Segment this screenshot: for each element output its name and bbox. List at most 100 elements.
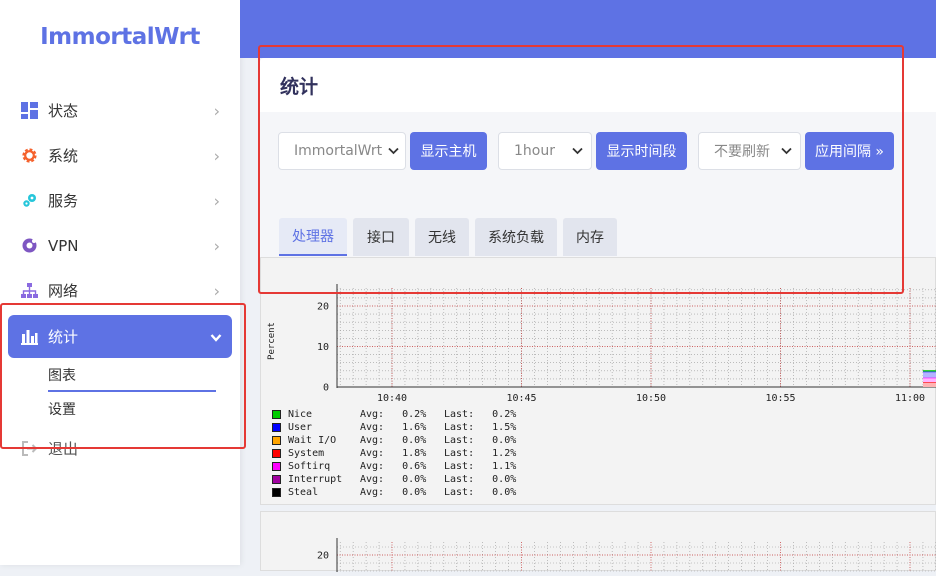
logout-icon bbox=[20, 440, 38, 458]
legend-row: User Avg: 1.6% Last: 1.5% bbox=[272, 421, 524, 434]
legend-avg: Avg: 0.6% bbox=[360, 461, 427, 472]
legend-row: Wait I/O Avg: 0.0% Last: 0.0% bbox=[272, 434, 524, 447]
legend-series-name: System bbox=[288, 448, 325, 459]
legend-series-name: Steal bbox=[288, 487, 319, 498]
chart-minor-grid bbox=[337, 542, 936, 572]
sidebar-nav: 状态 › 系统 › 服务 › VPN › 网络 › 统计 图表 设置 退出 bbox=[0, 88, 240, 471]
sidebar-item-label: 统计 bbox=[48, 328, 79, 346]
legend-series-name: Interrupt bbox=[288, 474, 343, 485]
chevron-down-icon bbox=[781, 144, 792, 158]
legend-row: Nice Avg: 0.2% Last: 0.2% bbox=[272, 408, 524, 421]
sidebar-item-label: VPN bbox=[48, 236, 79, 255]
legend-avg: Avg: 0.0% bbox=[360, 474, 427, 485]
legend-row: Interrupt Avg: 0.0% Last: 0.0% bbox=[272, 473, 524, 486]
puzzle-icon bbox=[20, 192, 38, 210]
tab-system-load[interactable]: 系统负载 bbox=[475, 218, 557, 256]
legend-avg: Avg: 0.0% bbox=[360, 435, 427, 446]
y-tick-labels: 20 bbox=[317, 551, 329, 562]
chevron-right-icon: › bbox=[213, 101, 220, 120]
show-host-button[interactable]: 显示主机 bbox=[410, 132, 487, 170]
tab-interface[interactable]: 接口 bbox=[353, 218, 409, 256]
legend-row: Softirq Avg: 0.6% Last: 1.1% bbox=[272, 460, 524, 473]
legend-swatch bbox=[272, 488, 281, 497]
sidebar-item-services[interactable]: 服务 › bbox=[0, 178, 240, 223]
gear-icon bbox=[20, 147, 38, 165]
tab-cpu[interactable]: 处理器 bbox=[279, 218, 347, 256]
legend-series-name: User bbox=[288, 422, 313, 433]
submenu-item-settings[interactable]: 设置 bbox=[48, 392, 224, 426]
brand-logo[interactable]: ImmortalWrt bbox=[0, 24, 240, 50]
second-graph-panel: 20 bbox=[260, 511, 936, 572]
host-select[interactable]: ImmortalWrt bbox=[278, 132, 406, 170]
x-tick-label: 10:40 bbox=[377, 393, 407, 404]
y-tick-label: 20 bbox=[317, 551, 329, 562]
sidebar: ImmortalWrt 状态 › 系统 › 服务 › VPN › 网络 › 统计… bbox=[0, 0, 240, 565]
chevron-right-icon: › bbox=[213, 236, 220, 255]
legend-last: Last: 0.2% bbox=[444, 409, 517, 420]
chart-major-grid bbox=[337, 288, 936, 387]
legend-last: Last: 0.0% bbox=[444, 435, 517, 446]
legend-last: Last: 0.0% bbox=[444, 487, 517, 498]
y-axis-label: Percent bbox=[267, 322, 277, 360]
x-tick-label: 10:45 bbox=[506, 393, 536, 404]
apply-interval-button[interactable]: 应用间隔 » bbox=[805, 132, 894, 170]
sidebar-item-vpn[interactable]: VPN › bbox=[0, 223, 240, 268]
y-tick-label: 0 bbox=[323, 383, 329, 394]
refresh-select[interactable]: 不要刷新 bbox=[698, 132, 801, 170]
cpu-graph-panel: Percent 0 10 20 10:40 10:45 10:50 10:55 11:00 … bbox=[260, 257, 936, 505]
legend-swatch bbox=[272, 410, 281, 419]
y-tick-labels: 0 10 20 bbox=[317, 302, 329, 394]
sidebar-item-label: 状态 bbox=[48, 102, 79, 120]
sidebar-item-label: 系统 bbox=[48, 147, 79, 165]
timespan-select[interactable]: 1hour bbox=[498, 132, 592, 170]
sidebar-item-label: 服务 bbox=[48, 192, 79, 210]
submenu-item-graphs[interactable]: 图表 bbox=[48, 358, 224, 392]
legend-last: Last: 1.1% bbox=[444, 461, 517, 472]
legend-avg: Avg: 1.6% bbox=[360, 422, 427, 433]
legend-swatch bbox=[272, 423, 281, 432]
sidebar-item-logout[interactable]: 退出 bbox=[0, 426, 240, 471]
dashboard-icon bbox=[20, 102, 38, 120]
show-timespan-button[interactable]: 显示时间段 bbox=[596, 132, 687, 170]
sidebar-item-status[interactable]: 状态 › bbox=[0, 88, 240, 133]
y-tick-label: 20 bbox=[317, 302, 329, 313]
chart-legend: Nice Avg: 0.2% Last: 0.2% User Avg: 1.6% Last… bbox=[272, 408, 524, 499]
controls-row: ImmortalWrt 显示主机 1hour 显示时间段 不要刷新 应用间隔 » bbox=[278, 132, 905, 170]
statistics-controls-panel: ImmortalWrt 显示主机 1hour 显示时间段 不要刷新 应用间隔 »… bbox=[260, 112, 936, 257]
sidebar-item-system[interactable]: 系统 › bbox=[0, 133, 240, 178]
legend-last: Last: 1.2% bbox=[444, 448, 517, 459]
x-tick-label: 11:00 bbox=[895, 393, 925, 404]
sidebar-item-statistics[interactable]: 统计 bbox=[8, 315, 232, 358]
chevron-right-icon: › bbox=[213, 191, 220, 210]
y-tick-label: 10 bbox=[317, 342, 329, 353]
vpn-icon bbox=[20, 237, 38, 255]
legend-avg: Avg: 0.0% bbox=[360, 487, 427, 498]
tab-memory[interactable]: 内存 bbox=[563, 218, 617, 256]
timespan-select-value: 1hour bbox=[514, 143, 555, 159]
network-icon bbox=[20, 282, 38, 300]
chart-major-grid bbox=[337, 542, 936, 572]
x-tick-label: 10:55 bbox=[765, 393, 795, 404]
area-segment bbox=[923, 371, 936, 378]
chevron-down-icon bbox=[572, 144, 583, 158]
second-chart: 20 bbox=[317, 538, 936, 572]
legend-swatch bbox=[272, 449, 281, 458]
sidebar-item-label: 退出 bbox=[48, 440, 79, 458]
legend-series-name: Nice bbox=[288, 409, 313, 420]
page-header: 统计 bbox=[260, 58, 936, 112]
x-tick-label: 10:50 bbox=[636, 393, 666, 404]
legend-row: Steal Avg: 0.0% Last: 0.0% bbox=[272, 486, 524, 499]
chart-minor-grid bbox=[337, 288, 936, 387]
area-segment bbox=[923, 377, 936, 383]
tab-wireless[interactable]: 无线 bbox=[415, 218, 469, 256]
refresh-select-value: 不要刷新 bbox=[714, 144, 770, 160]
area-segment bbox=[923, 382, 936, 387]
legend-series-name: Softirq bbox=[288, 461, 331, 472]
bar-chart-icon bbox=[20, 328, 38, 346]
legend-row: System Avg: 1.8% Last: 1.2% bbox=[272, 447, 524, 460]
chevron-right-icon: › bbox=[213, 281, 220, 300]
statistics-submenu: 图表 设置 bbox=[0, 358, 224, 426]
legend-avg: Avg: 0.2% bbox=[360, 409, 427, 420]
sidebar-item-network[interactable]: 网络 › bbox=[0, 268, 240, 313]
page-title: 统计 bbox=[280, 76, 319, 98]
